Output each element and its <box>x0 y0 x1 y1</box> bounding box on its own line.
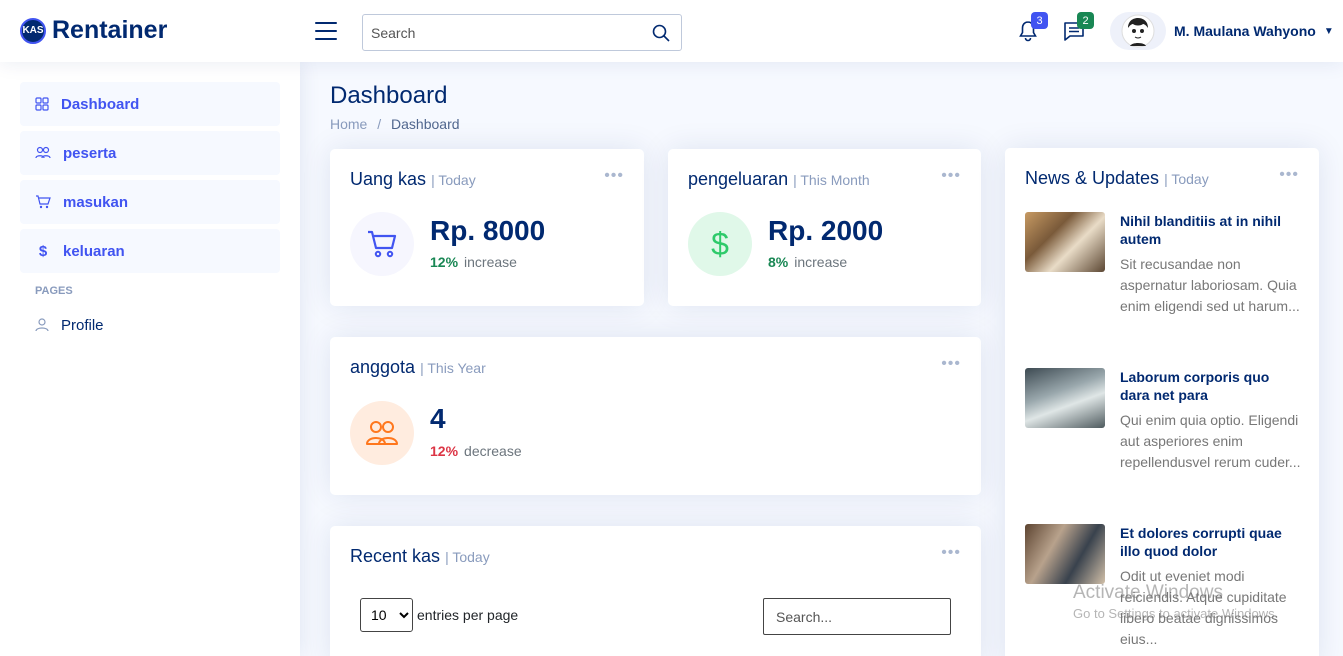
messages-badge: 2 <box>1077 12 1094 29</box>
anggota-value: 4 <box>430 403 446 434</box>
trend-label: increase <box>464 254 517 270</box>
people-icon-circle <box>350 401 414 465</box>
recent-kas-card: Recent kas | Today ••• 10 entries per pa… <box>330 526 981 656</box>
top-header: KAS Rentainer 3 2 M. Maulana Wahyono ▼ <box>0 0 1343 62</box>
card-menu-button[interactable]: ••• <box>941 544 961 562</box>
sidebar-item-masukan[interactable]: masukan <box>20 180 280 224</box>
card-title-text: Uang kas <box>350 169 427 189</box>
kas-value: Rp. 8000 <box>430 215 546 246</box>
sidebar-item-dashboard[interactable]: Dashboard <box>20 82 280 126</box>
news-title[interactable]: Nihil blanditiis at in nihil autem <box>1120 212 1300 248</box>
profile-dropdown[interactable]: M. Maulana Wahyono ▼ <box>1110 12 1334 50</box>
anggota-trend: 12% decrease <box>430 443 522 459</box>
sidebar-item-label: keluaran <box>63 242 125 260</box>
card-title-text: pengeluaran <box>688 169 789 189</box>
card-title: Uang kas | Today <box>350 169 476 190</box>
avatar <box>1110 12 1166 50</box>
card-menu-button[interactable]: ••• <box>1279 166 1299 184</box>
user-name: M. Maulana Wahyono <box>1174 23 1316 39</box>
card-title: News & Updates | Today <box>1025 168 1209 189</box>
news-image <box>1025 524 1105 584</box>
sidebar-toggle-button[interactable] <box>315 22 337 40</box>
cart-icon <box>368 230 397 258</box>
breadcrumb-current: Dashboard <box>391 116 460 132</box>
notifications-badge: 3 <box>1031 12 1048 29</box>
breadcrumb-separator: / <box>377 116 382 132</box>
sidebar-item-profile[interactable]: Profile <box>20 303 280 347</box>
breadcrumb-home[interactable]: Home <box>330 116 367 132</box>
card-menu-button[interactable]: ••• <box>941 167 961 185</box>
page-title-block: Dashboard Home / Dashboard <box>330 82 460 132</box>
sidebar-item-peserta[interactable]: peserta <box>20 131 280 175</box>
card-title: pengeluaran | This Month <box>688 169 870 190</box>
nav-heading-pages: PAGES <box>35 285 73 297</box>
avatar-icon <box>1121 14 1155 48</box>
entries-per-page-select[interactable]: 10 <box>360 598 413 632</box>
pengeluaran-value: Rp. 2000 <box>768 215 884 246</box>
sidebar: Dashboard peserta masukan $ keluaran PAG… <box>0 62 300 656</box>
news-image <box>1025 212 1105 272</box>
card-period: | This Year <box>420 360 486 376</box>
entries-control: 10 entries per page <box>360 598 518 632</box>
logo-text: Rentainer <box>52 16 168 44</box>
pengeluaran-card: pengeluaran | This Month ••• $ Rp. 2000 … <box>668 149 981 306</box>
cart-icon-circle <box>350 212 414 276</box>
card-period: | This Month <box>793 172 870 188</box>
card-menu-button[interactable]: ••• <box>941 355 961 373</box>
news-title[interactable]: Laborum corporis quo dara net para <box>1120 368 1300 404</box>
logo[interactable]: KAS Rentainer <box>20 16 167 45</box>
news-title[interactable]: Et dolores corrupti quae illo quod dolor <box>1120 524 1300 560</box>
news-card: News & Updates | Today ••• Nihil blandit… <box>1005 148 1319 656</box>
card-title: anggota | This Year <box>350 357 486 378</box>
trend-label: increase <box>794 254 848 270</box>
table-search-input[interactable] <box>763 598 951 635</box>
dollar-icon: $ <box>38 242 48 260</box>
news-text: Qui enim quia optio. Eligendi aut asperi… <box>1120 412 1301 470</box>
search-bar <box>362 14 682 51</box>
caret-down-icon: ▼ <box>1323 25 1334 37</box>
watermark-line2: Go to Settings to activate Windows. <box>1073 606 1279 621</box>
person-icon <box>35 318 49 332</box>
search-icon <box>652 24 670 42</box>
card-title-text: News & Updates <box>1025 168 1160 188</box>
logo-icon: KAS <box>20 17 46 44</box>
anggota-card: anggota | This Year ••• 4 12% decrease <box>330 337 981 495</box>
watermark-line1: Activate Windows <box>1073 582 1223 603</box>
notifications-button[interactable]: 3 <box>1017 12 1048 47</box>
page-title: Dashboard <box>330 82 448 109</box>
card-title-text: Recent kas <box>350 546 441 566</box>
dollar-icon: $ <box>688 212 752 276</box>
sidebar-item-label: masukan <box>63 193 129 211</box>
sidebar-item-keluaran[interactable]: $ keluaran <box>20 229 280 273</box>
card-title-text: anggota <box>350 357 416 377</box>
card-period: | Today <box>445 549 490 565</box>
card-menu-button[interactable]: ••• <box>604 167 624 185</box>
card-title: Recent kas | Today <box>350 546 490 567</box>
search-button[interactable] <box>641 15 681 50</box>
trend-percent: 8% <box>768 254 789 270</box>
sidebar-item-label: Profile <box>61 316 104 334</box>
kas-card: Uang kas | Today ••• Rp. 8000 12% increas… <box>330 149 644 306</box>
trend-label: decrease <box>464 443 522 459</box>
news-text: Sit recusandae non aspernatur laboriosam… <box>1120 256 1300 314</box>
grid-icon <box>35 97 49 111</box>
sidebar-item-label: peserta <box>63 144 117 162</box>
pengeluaran-trend: 8% increase <box>768 254 847 270</box>
entries-label: entries per page <box>417 607 519 623</box>
messages-button[interactable]: 2 <box>1063 12 1094 47</box>
search-input[interactable] <box>363 15 641 50</box>
people-icon <box>35 146 51 159</box>
card-period: | Today <box>1164 171 1209 187</box>
trend-percent: 12% <box>430 443 459 459</box>
news-image <box>1025 368 1105 428</box>
card-period: | Today <box>431 172 476 188</box>
breadcrumb: Home / Dashboard <box>330 116 460 132</box>
activation-watermark: Activate Windows Go to Settings to activ… <box>1073 582 1278 621</box>
trend-percent: 12% <box>430 254 459 270</box>
people-icon <box>366 421 398 445</box>
kas-trend: 12% increase <box>430 254 517 270</box>
cart-icon <box>36 195 51 209</box>
sidebar-item-label: Dashboard <box>61 95 140 113</box>
